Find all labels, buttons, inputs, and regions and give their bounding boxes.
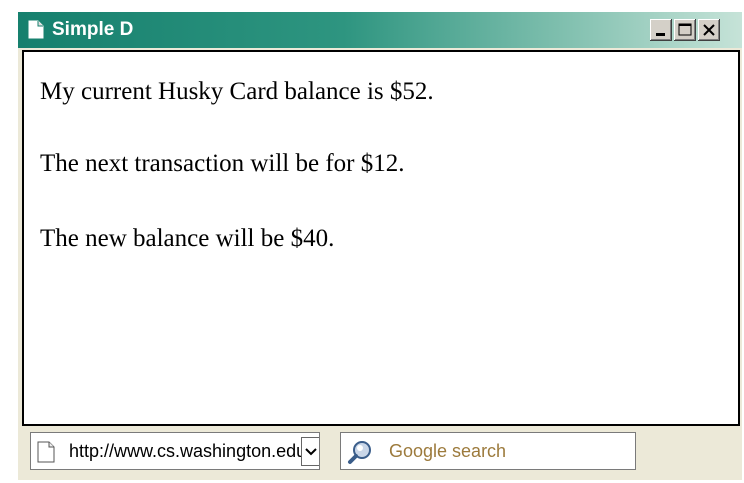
balance-text: My current Husky Card balance is $52. bbox=[40, 78, 434, 105]
document-icon bbox=[28, 20, 44, 39]
title-bar[interactable]: Simple D bbox=[18, 12, 742, 48]
maximize-button[interactable] bbox=[674, 19, 696, 41]
google-search-field[interactable]: Google search bbox=[340, 432, 636, 470]
window-title: Simple D bbox=[52, 19, 134, 40]
page-icon bbox=[37, 441, 55, 463]
new-balance-text: The new balance will be $40. bbox=[40, 225, 335, 252]
content-area: My current Husky Card balance is $52. Th… bbox=[22, 50, 740, 426]
maximize-icon bbox=[678, 23, 692, 36]
close-icon bbox=[703, 24, 715, 36]
chevron-down-icon bbox=[305, 448, 317, 456]
minimize-icon bbox=[656, 33, 665, 36]
url-input-value[interactable]: http://www.cs.washington.edu bbox=[69, 440, 301, 462]
close-button[interactable] bbox=[698, 19, 720, 41]
url-dropdown-button[interactable] bbox=[301, 437, 319, 466]
search-icon bbox=[348, 441, 371, 464]
app-window: Simple D My current Husky Card balance i… bbox=[18, 12, 742, 480]
minimize-button[interactable] bbox=[650, 19, 672, 41]
transaction-text: The next transaction will be for $12. bbox=[40, 150, 405, 177]
status-bar: http://www.cs.washington.edu Google sear… bbox=[18, 426, 742, 480]
search-placeholder: Google search bbox=[389, 441, 507, 461]
url-field[interactable]: http://www.cs.washington.edu bbox=[30, 432, 320, 470]
